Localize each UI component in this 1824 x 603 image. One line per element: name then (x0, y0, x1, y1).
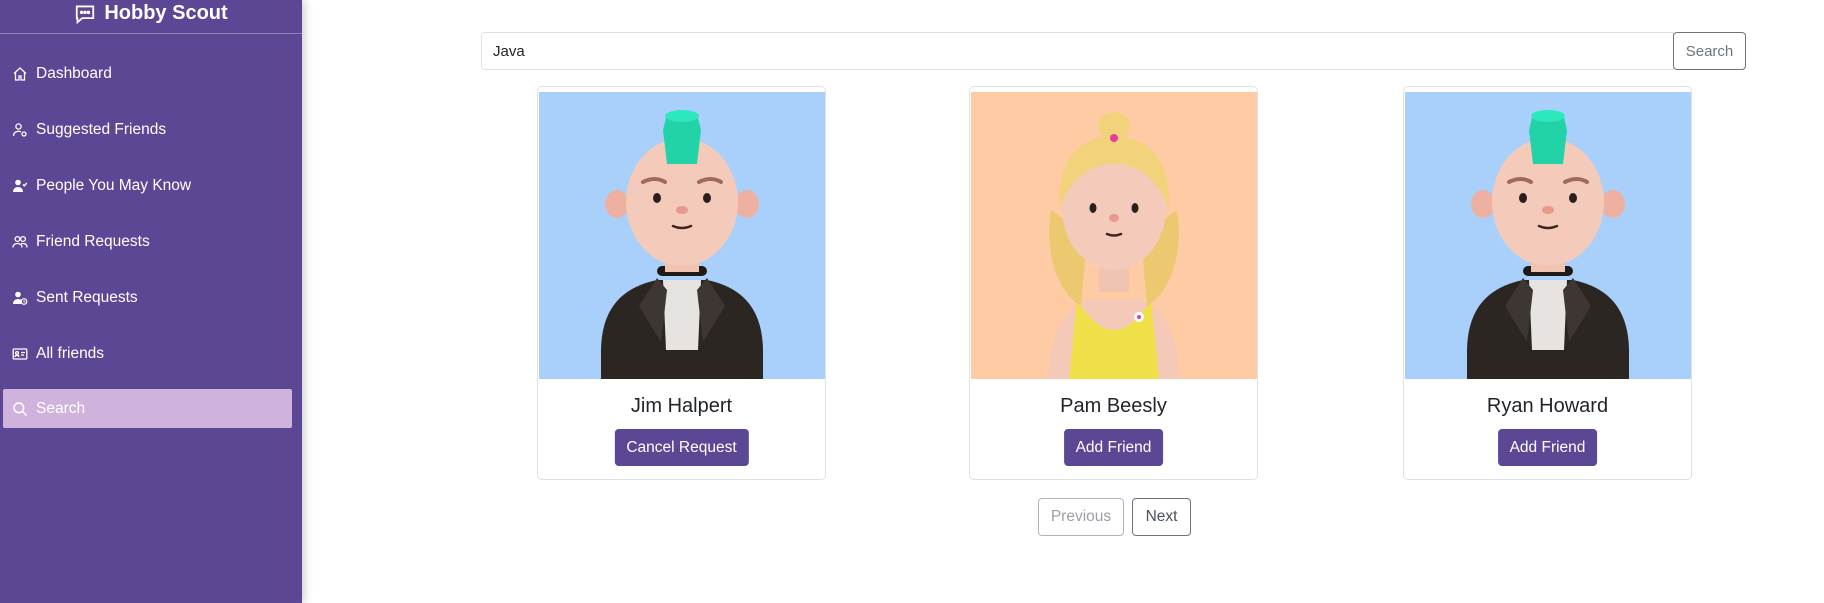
sidebar-item-sent-requests[interactable]: Sent Requests (3, 278, 292, 317)
card-name: Ryan Howard (1486, 395, 1609, 417)
person-clock-icon (13, 291, 28, 305)
punk-boy-avatar (1405, 92, 1691, 379)
search-button[interactable]: Search (1673, 32, 1746, 70)
sidebar-item-label: Sent Requests (36, 288, 138, 306)
avatar (971, 92, 1257, 379)
sidebar-item-label: Search (36, 399, 86, 417)
sidebar-item-label: People You May Know (36, 176, 192, 194)
sidebar-item-suggested-friends[interactable]: Suggested Friends (3, 110, 292, 149)
avatar (1405, 92, 1691, 379)
sidebar-item-dashboard[interactable]: Dashboard (3, 54, 292, 93)
person-check-icon (13, 179, 28, 192)
house-icon (13, 66, 27, 81)
add-friend-button[interactable]: Add Friend (1063, 429, 1164, 466)
result-card: Ryan Howard Add Friend (1403, 86, 1692, 480)
sidebar-item-all-friends[interactable]: All friends (3, 334, 292, 373)
search-icon (13, 401, 28, 416)
sidebar-item-search[interactable]: Search (3, 389, 292, 428)
cancel-request-button[interactable]: Cancel Request (614, 429, 749, 466)
chat-dots-icon (76, 5, 95, 24)
sidebar-item-label: Friend Requests (36, 232, 150, 250)
previous-button[interactable]: Previous (1038, 498, 1124, 536)
card-name: Jim Halpert (630, 395, 733, 417)
person-vcard-icon (12, 347, 28, 360)
result-card: Pam Beesly Add Friend (969, 86, 1258, 480)
result-card: Jim Halpert Cancel Request (537, 86, 826, 480)
people-icon (12, 235, 28, 248)
add-friend-button[interactable]: Add Friend (1497, 429, 1598, 466)
sidebar-item-label: All friends (36, 344, 105, 362)
person-gear-icon (12, 122, 27, 137)
sidebar-item-people-you-may-know[interactable]: People You May Know (3, 166, 292, 205)
sidebar-item-friend-requests[interactable]: Friend Requests (3, 222, 292, 261)
brand[interactable]: Hobby Scout (0, 0, 302, 34)
next-button[interactable]: Next (1132, 498, 1191, 536)
brand-title: Hobby Scout (104, 2, 228, 24)
sidebar-item-label: Dashboard (36, 64, 112, 82)
blonde-girl-avatar (971, 92, 1257, 379)
sidebar: Hobby Scout Dashboard Suggested Friends … (0, 0, 302, 603)
card-name: Pam Beesly (1060, 395, 1167, 417)
sidebar-item-label: Suggested Friends (36, 120, 167, 138)
punk-boy-avatar (539, 92, 825, 379)
search-bar: Search (481, 32, 1746, 70)
avatar (539, 92, 825, 379)
search-input[interactable] (481, 32, 1674, 70)
